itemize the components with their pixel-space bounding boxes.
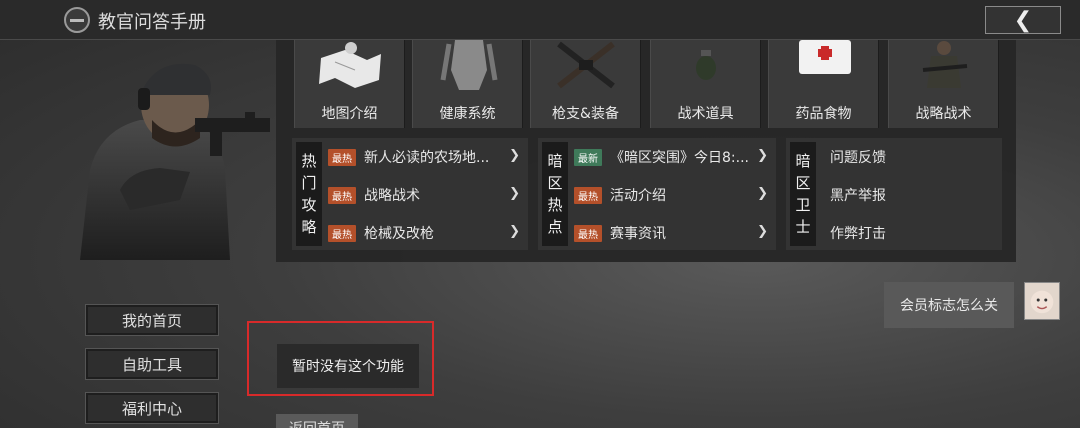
list-item-text: 赛事资讯 [610, 226, 666, 242]
hot-badge: 最热 [328, 224, 356, 242]
group-title-char: 热 [301, 152, 317, 170]
return-home-button[interactable]: 返回首页 [276, 414, 358, 428]
medkit-icon [799, 40, 851, 74]
category-tactical[interactable]: 战术道具 [650, 40, 761, 128]
logo-icon [64, 7, 90, 33]
body-icon [440, 40, 498, 90]
list-item[interactable]: 最新 《暗区突围》今日8:... ❯ [574, 142, 768, 172]
group-guardian: 暗 区 卫 士 问题反馈 黑产举报 作弊打击 [786, 138, 1002, 250]
category-label: 战术道具 [677, 106, 734, 122]
category-label: 药品食物 [795, 106, 852, 122]
group-title-char: 点 [547, 218, 563, 236]
nav-tools-button[interactable]: 自助工具 [85, 348, 219, 380]
group-title-char: 区 [795, 174, 811, 192]
list-item-text: 活动介绍 [610, 188, 666, 204]
category-label: 地图介绍 [321, 106, 378, 122]
list-item-text: 黑产举报 [830, 188, 886, 204]
avatar [1024, 282, 1060, 320]
chevron-right-icon: ❯ [757, 224, 768, 239]
group-hotspots: 暗 区 热 点 最新 《暗区突围》今日8:... ❯ 最热 活动介绍 ❯ 最热 … [538, 138, 776, 250]
list-item-text: 新人必读的农场地... [364, 150, 490, 166]
list-item-text: 作弊打击 [830, 226, 886, 242]
group-title: 暗 区 热 点 [542, 142, 568, 246]
category-guns[interactable]: 枪支&装备 [530, 40, 641, 128]
group-title-char: 门 [301, 174, 317, 192]
bot-reply-bubble: 暂时没有这个功能 [277, 344, 419, 388]
chevron-right-icon: ❯ [509, 148, 520, 163]
group-title-char: 卫 [795, 196, 811, 214]
soldier-illustration [80, 63, 270, 260]
group-title: 暗 区 卫 士 [790, 142, 816, 246]
list-item-text: 问题反馈 [830, 150, 886, 166]
category-label: 枪支&装备 [552, 106, 619, 122]
list-item-text: 战略战术 [364, 188, 420, 204]
list-item[interactable]: 最热 活动介绍 ❯ [574, 180, 768, 210]
list-item[interactable]: 最热 赛事资讯 ❯ [574, 218, 768, 248]
category-medicine[interactable]: 药品食物 [768, 40, 879, 128]
hot-badge: 最热 [328, 186, 356, 204]
grenade-icon [696, 50, 716, 80]
list-item[interactable]: 最热 新人必读的农场地... ❯ [328, 142, 520, 172]
guns-icon [557, 41, 615, 89]
group-title: 热 门 攻 略 [296, 142, 322, 246]
group-title-char: 略 [301, 218, 317, 236]
category-strategy[interactable]: 战略战术 [888, 40, 999, 128]
hot-badge: 最热 [574, 186, 602, 204]
group-title-char: 暗 [547, 152, 563, 170]
page-title: 教官问答手册 [98, 12, 206, 33]
map-icon [319, 42, 381, 88]
soldier-icon [922, 41, 968, 88]
category-health[interactable]: 健康系统 [412, 40, 523, 128]
list-item-report[interactable]: 黑产举报 [830, 180, 990, 210]
hot-badge: 最热 [574, 224, 602, 242]
group-hot-guides: 热 门 攻 略 最热 新人必读的农场地... ❯ 最热 战略战术 ❯ 最热 枪械… [292, 138, 528, 250]
chevron-right-icon: ❯ [509, 186, 520, 201]
hot-badge: 最热 [328, 148, 356, 166]
nav-home-button[interactable]: 我的首页 [85, 304, 219, 336]
new-badge: 最新 [574, 148, 602, 166]
back-button[interactable]: ❮ [985, 6, 1061, 34]
list-item[interactable]: 最热 战略战术 ❯ [328, 180, 520, 210]
user-message-bubble: 会员标志怎么关 [884, 282, 1014, 328]
group-title-char: 士 [795, 218, 811, 236]
group-title-char: 暗 [795, 152, 811, 170]
category-label: 健康系统 [439, 106, 496, 122]
nav-welfare-button[interactable]: 福利中心 [85, 392, 219, 424]
chevron-right-icon: ❯ [757, 186, 768, 201]
title-bar: 教官问答手册 ❮ [0, 0, 1080, 40]
group-title-char: 热 [547, 196, 563, 214]
list-item-text: 《暗区突围》今日8:... [610, 150, 749, 166]
category-map[interactable]: 地图介绍 [294, 40, 405, 128]
group-title-char: 区 [547, 174, 563, 192]
chevron-right-icon: ❯ [509, 224, 520, 239]
chevron-left-icon: ❮ [1013, 7, 1033, 33]
list-item[interactable]: 最热 枪械及改枪 ❯ [328, 218, 520, 248]
list-item-text: 枪械及改枪 [364, 226, 434, 242]
list-item-feedback[interactable]: 问题反馈 [830, 142, 990, 172]
chevron-right-icon: ❯ [757, 148, 768, 163]
group-title-char: 攻 [301, 196, 317, 214]
category-label: 战略战术 [915, 106, 972, 122]
list-item-anticheat[interactable]: 作弊打击 [830, 218, 990, 248]
